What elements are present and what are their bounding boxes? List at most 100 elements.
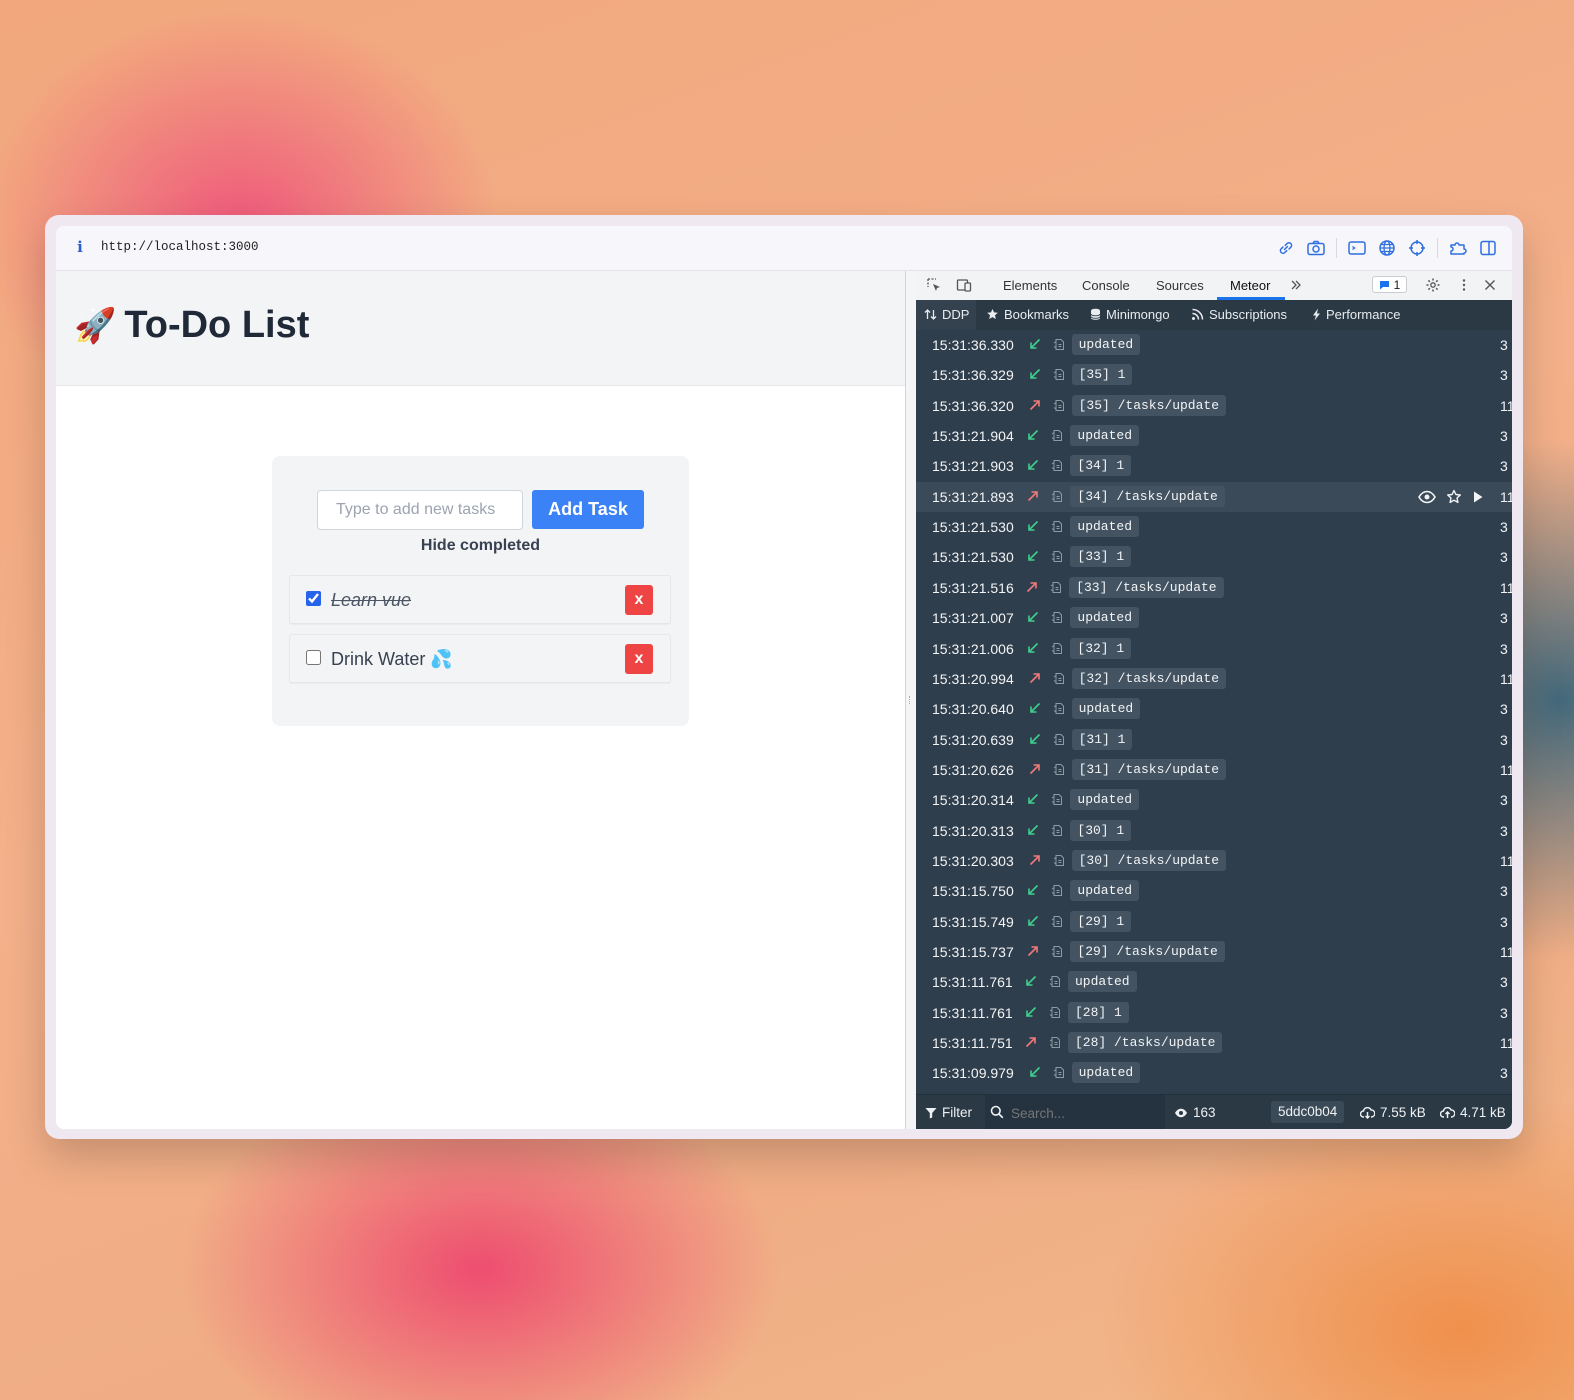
settings-gear-icon[interactable] xyxy=(1425,277,1441,293)
play-icon[interactable] xyxy=(1472,490,1484,504)
messages-badge[interactable]: 1 xyxy=(1372,276,1407,293)
add-task-button[interactable]: Add Task xyxy=(532,490,644,529)
ddp-log-row[interactable]: 15:31:21.530 [33] 1 3 xyxy=(916,542,1512,572)
ddp-log-row[interactable]: 15:31:36.330 updated 3 xyxy=(916,330,1512,360)
ddp-log-row[interactable]: 15:31:20.314 updated 3 xyxy=(916,785,1512,815)
log-message: updated xyxy=(1070,425,1139,447)
tab-meteor[interactable]: Meteor xyxy=(1230,278,1270,293)
outbound-arrow-icon xyxy=(1028,490,1039,501)
log-timestamp: 15:31:36.329 xyxy=(932,367,1014,384)
kebab-menu-icon[interactable] xyxy=(1456,277,1472,293)
ddp-log-row[interactable]: 15:31:36.329 [35] 1 3 xyxy=(916,360,1512,390)
ddp-log-row[interactable]: 15:31:11.761 updated 3 xyxy=(916,967,1512,997)
ddp-log-row[interactable]: 15:31:20.640 updated 3 xyxy=(916,694,1512,724)
task-text: Drink Water 💦 xyxy=(331,649,453,669)
splitter-grip[interactable] xyxy=(909,696,914,704)
camera-icon[interactable] xyxy=(1306,238,1326,258)
ddp-log-row[interactable]: 15:31:21.904 updated 3 xyxy=(916,421,1512,451)
document-icon xyxy=(1053,399,1064,411)
search-input[interactable] xyxy=(1009,1102,1163,1124)
log-size: 3 xyxy=(1500,822,1508,839)
subtab-performance-label: Performance xyxy=(1326,307,1401,322)
split-view-icon[interactable] xyxy=(1478,238,1498,258)
subtab-ddp[interactable]: DDP xyxy=(924,307,969,322)
inbound-arrow-icon xyxy=(1028,429,1039,440)
tab-sources[interactable]: Sources xyxy=(1156,278,1204,293)
ddp-log-row[interactable]: 15:31:11.761 [28] 1 3 xyxy=(916,998,1512,1028)
document-icon xyxy=(1052,460,1063,472)
ddp-log-list: 15:31:36.330 updated 3 15:31:36.329 [35] 131… xyxy=(916,330,1512,1094)
subtab-bookmarks[interactable]: Bookmarks xyxy=(986,307,1069,322)
session-hash: 5ddc0b04 xyxy=(1271,1101,1345,1123)
log-size: 3 xyxy=(1500,792,1508,809)
log-message: updated xyxy=(1070,516,1139,538)
delete-task-button[interactable]: x xyxy=(625,644,653,674)
task-checkbox[interactable] xyxy=(306,650,321,665)
ddp-log-row[interactable]: 15:31:20.313 [30] 1 3 xyxy=(916,816,1512,846)
inbound-arrow-icon xyxy=(1029,369,1040,380)
subtab-minimongo[interactable]: Minimongo xyxy=(1090,307,1170,322)
ddp-log-row[interactable]: 15:31:21.903 [34] 1 3 xyxy=(916,451,1512,481)
tab-console[interactable]: Console xyxy=(1082,278,1130,293)
ddp-log-row[interactable]: 15:31:20.626 [31] /tasks/update 11 xyxy=(916,755,1512,785)
outbound-size-text: 4.71 kB xyxy=(1460,1105,1506,1120)
ddp-log-row[interactable]: 15:31:21.006 [32] 1 3 xyxy=(916,634,1512,664)
ddp-log-row[interactable]: 15:31:15.749 [29] 1 3 xyxy=(916,907,1512,937)
delete-task-button[interactable]: x xyxy=(625,585,653,615)
hide-completed-button[interactable]: Hide completed xyxy=(272,537,689,555)
more-tabs-icon[interactable] xyxy=(1288,277,1304,293)
inbound-arrow-icon xyxy=(1028,551,1039,562)
log-message: updated xyxy=(1071,1062,1141,1084)
tab-elements[interactable]: Elements xyxy=(1003,278,1057,293)
device-toolbar-icon[interactable] xyxy=(956,277,972,293)
ddp-log-row[interactable]: 15:31:11.751 [28] /tasks/update 11 xyxy=(916,1028,1512,1058)
log-timestamp: 15:31:11.761 xyxy=(932,974,1013,991)
ddp-log-row[interactable]: 15:31:21.893 [34] /tasks/update 11 xyxy=(916,481,1512,512)
subtab-performance[interactable]: Performance xyxy=(1312,307,1400,322)
log-timestamp: 15:31:11.761 xyxy=(932,1004,1013,1021)
log-size: 3 xyxy=(1500,913,1508,930)
ddp-log-row[interactable]: 15:31:20.639 [31] 1 3 xyxy=(916,725,1512,755)
inspect-element-icon[interactable] xyxy=(926,277,942,293)
document-icon xyxy=(1052,490,1063,502)
inbound-size-text: 7.55 kB xyxy=(1380,1105,1426,1120)
ddp-log-row[interactable]: 15:31:20.994 [32] /tasks/update 11 xyxy=(916,664,1512,694)
ddp-log-row[interactable]: 15:31:20.303 [30] /tasks/update 11 xyxy=(916,846,1512,876)
bolt-icon xyxy=(1313,308,1320,321)
log-timestamp: 15:31:20.626 xyxy=(932,761,1014,778)
log-message: [29] /tasks/update xyxy=(1070,941,1225,962)
ddp-log-row[interactable]: 15:31:15.737 [29] /tasks/update 11 xyxy=(916,937,1512,967)
globe-icon[interactable] xyxy=(1377,238,1397,258)
subtab-subscriptions[interactable]: Subscriptions xyxy=(1191,307,1287,322)
log-timestamp: 15:31:21.530 xyxy=(932,519,1014,536)
crosshair-icon[interactable] xyxy=(1407,238,1427,258)
panel-splitter[interactable] xyxy=(905,271,916,1129)
ddp-log-row[interactable]: 15:31:21.530 updated 3 xyxy=(916,512,1512,542)
log-timestamp: 15:31:20.994 xyxy=(932,670,1014,687)
star-outline-icon[interactable] xyxy=(1446,489,1462,505)
terminal-icon[interactable] xyxy=(1347,238,1367,258)
inbound-arrow-icon xyxy=(1028,885,1039,896)
inbound-arrow-icon xyxy=(1028,824,1039,835)
url-bar[interactable]: http://localhost:3000 xyxy=(101,240,259,254)
log-timestamp: 15:31:20.303 xyxy=(932,852,1014,869)
outbound-arrow-icon xyxy=(1027,581,1037,592)
ddp-log-row[interactable]: 15:31:21.516 [33] /tasks/update 11 xyxy=(916,573,1512,603)
ddp-log-row[interactable]: 15:31:15.750 updated 3 xyxy=(916,876,1512,906)
document-icon xyxy=(1052,946,1063,957)
inbound-arrow-icon xyxy=(1029,1067,1040,1078)
extension-icon[interactable] xyxy=(1448,238,1468,258)
eye-icon[interactable] xyxy=(1418,490,1436,504)
info-icon[interactable]: i xyxy=(74,239,86,255)
ddp-log-row[interactable]: 15:31:09.979 updated 3 xyxy=(916,1058,1512,1088)
search-field[interactable] xyxy=(985,1095,1165,1129)
task-checkbox[interactable] xyxy=(306,591,321,606)
filter-button[interactable]: Filter xyxy=(925,1105,972,1120)
link-icon[interactable] xyxy=(1276,238,1296,258)
ddp-log-row[interactable]: 15:31:21.007 updated 3 xyxy=(916,603,1512,633)
ddp-log-row[interactable]: 15:31:36.320 [35] /tasks/update 11 xyxy=(916,391,1512,421)
document-icon xyxy=(1052,824,1063,836)
close-icon[interactable] xyxy=(1482,277,1498,293)
outbound-arrow-icon xyxy=(1029,399,1040,410)
new-task-input[interactable] xyxy=(317,490,523,530)
